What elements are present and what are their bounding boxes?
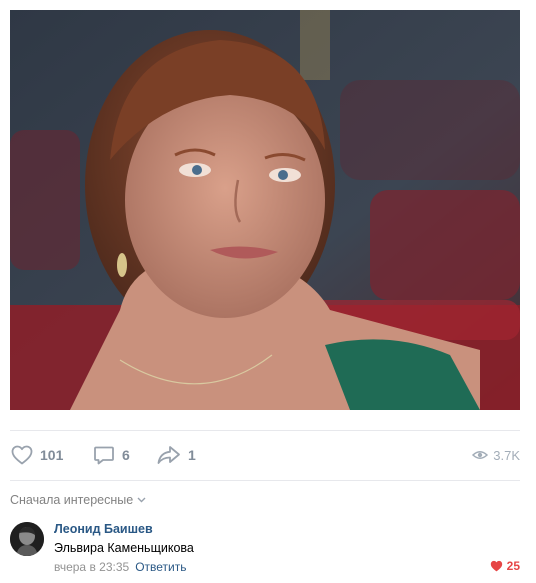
post-actions: 101 6 1 3.7K bbox=[10, 432, 520, 478]
eye-icon bbox=[472, 451, 489, 459]
heart-icon bbox=[11, 445, 33, 465]
chevron-down-icon bbox=[137, 497, 146, 503]
share-count: 1 bbox=[188, 447, 196, 463]
reply-button[interactable]: Ответить bbox=[135, 560, 186, 574]
comment-count: 6 bbox=[122, 447, 130, 463]
post-photo-image bbox=[10, 10, 520, 410]
post: 101 6 1 3.7K Сначала интересные Леонид Б… bbox=[0, 0, 536, 583]
heart-filled-icon bbox=[490, 560, 502, 572]
comment-like-button[interactable]: 25 bbox=[490, 559, 520, 573]
comments-sort-dropdown[interactable]: Сначала интересные bbox=[10, 493, 146, 507]
comment-item: Леонид Баишев Эльвира Каменьщикова вчера… bbox=[10, 520, 520, 578]
comment-author[interactable]: Леонид Баишев bbox=[54, 522, 153, 536]
views-count: 3.7K bbox=[493, 447, 520, 463]
avatar[interactable] bbox=[10, 522, 44, 556]
comment-like-count: 25 bbox=[506, 559, 520, 573]
share-button[interactable]: 1 bbox=[156, 442, 196, 468]
divider-top bbox=[10, 430, 520, 431]
comment-button[interactable]: 6 bbox=[92, 442, 130, 468]
divider-bottom bbox=[10, 480, 520, 481]
comment-meta: вчера в 23:35 Ответить bbox=[54, 560, 186, 574]
comment-date[interactable]: вчера в 23:35 bbox=[54, 560, 129, 574]
comment-icon bbox=[94, 446, 114, 465]
avatar-image bbox=[10, 522, 44, 556]
share-icon bbox=[157, 446, 180, 464]
post-photo[interactable] bbox=[10, 10, 520, 410]
comment-text: Эльвира Каменьщикова bbox=[54, 541, 194, 555]
like-button[interactable]: 101 bbox=[10, 442, 63, 468]
views-counter: 3.7K bbox=[472, 442, 520, 468]
comments-sort-label: Сначала интересные bbox=[10, 493, 134, 507]
like-count: 101 bbox=[40, 447, 64, 463]
